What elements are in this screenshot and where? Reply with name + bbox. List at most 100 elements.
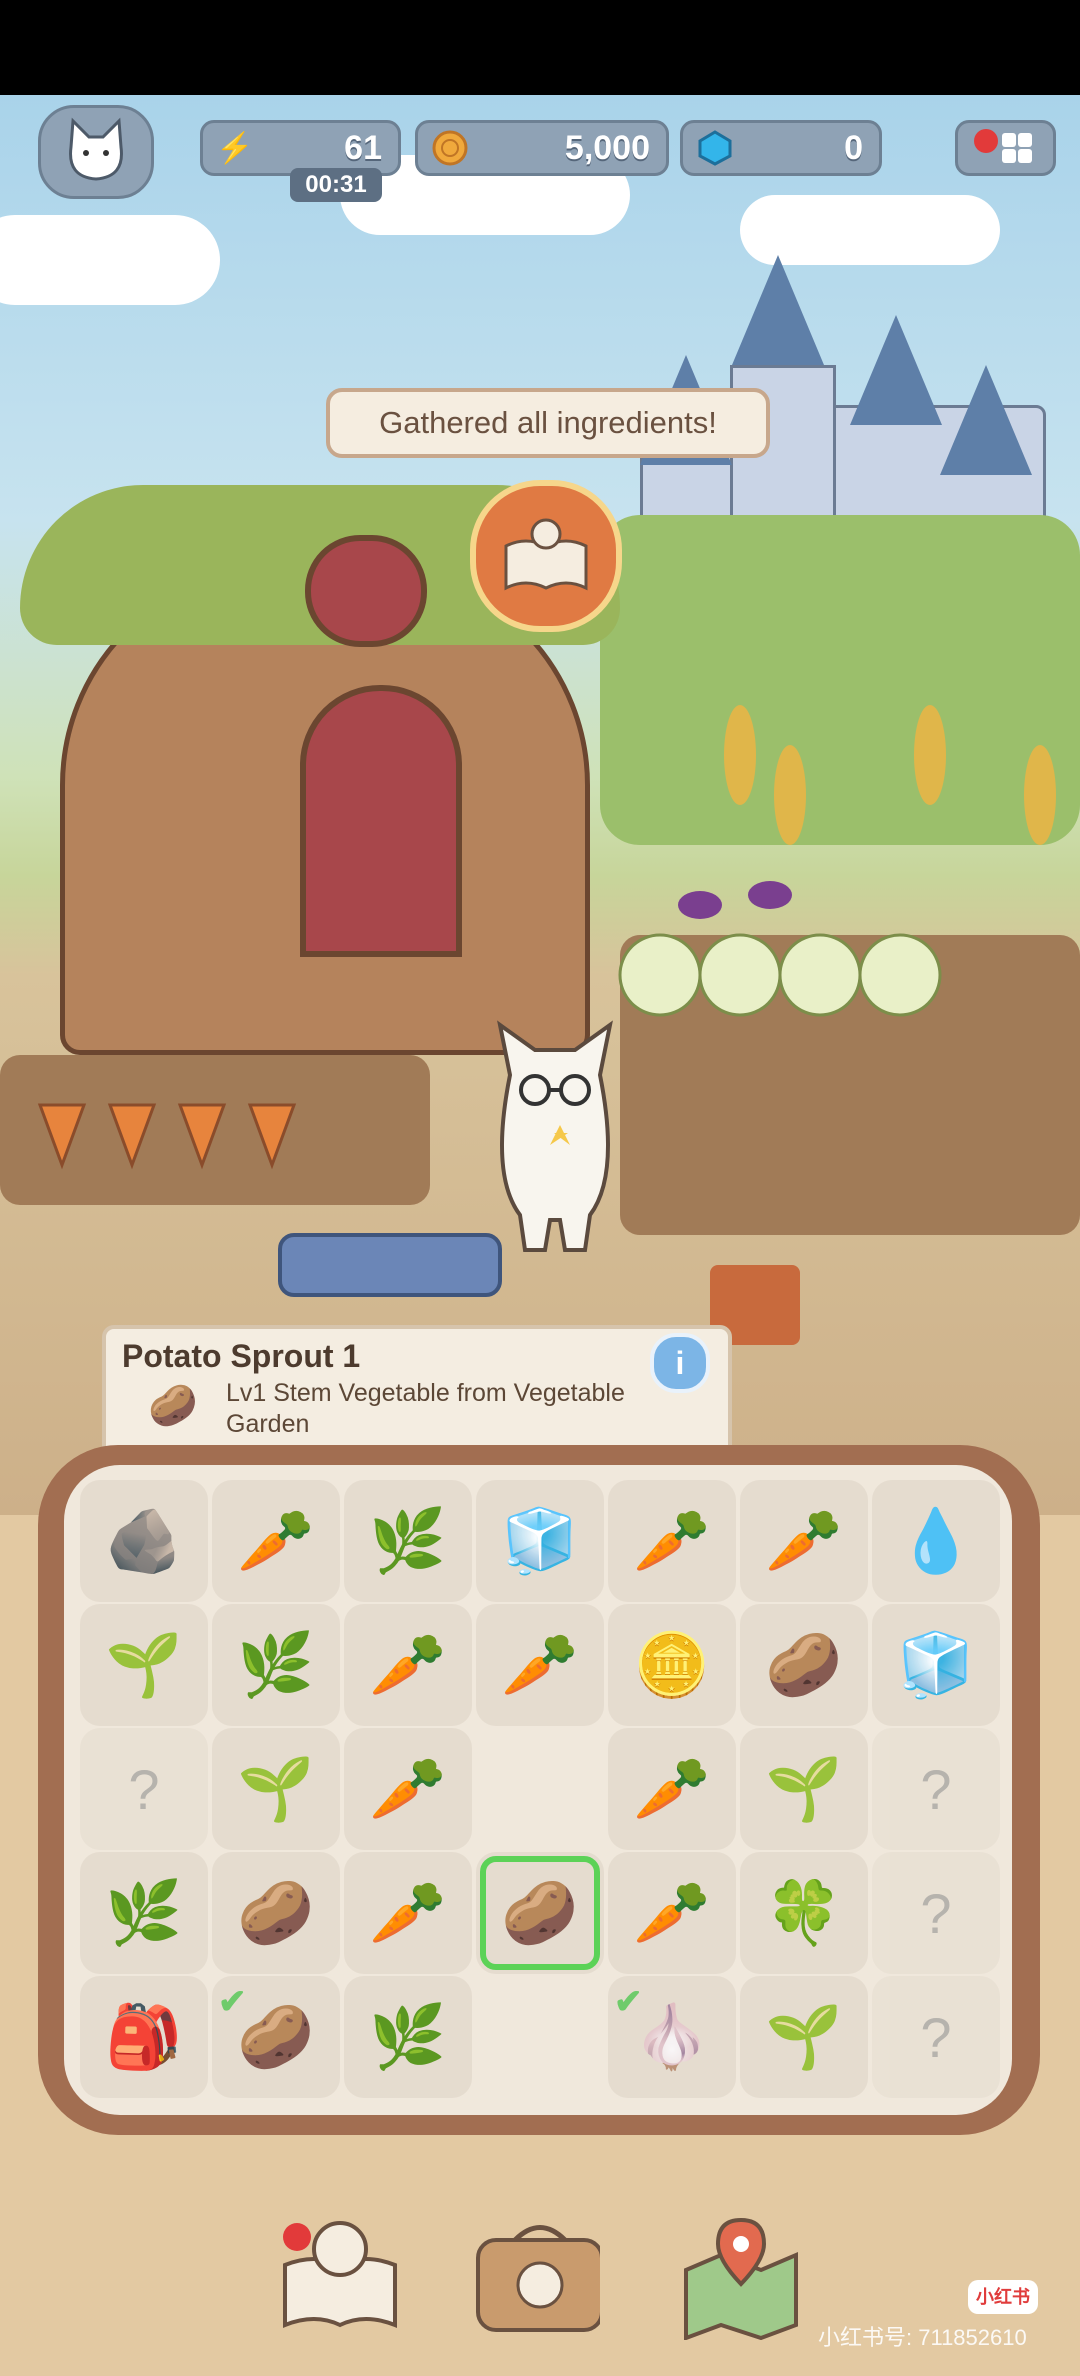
board-cell[interactable]: 🥕 xyxy=(344,1604,472,1726)
board-cell[interactable] xyxy=(476,1976,604,2098)
board-cell[interactable]: 🪨 xyxy=(80,1480,208,1602)
salt-block-icon: 🧊 xyxy=(501,1506,579,1576)
seedling-icon: 🌱 xyxy=(765,1754,843,1824)
potato-sprout-icon: 🥔 xyxy=(501,1878,579,1948)
board-cell[interactable]: 🥕 xyxy=(608,1728,736,1850)
board-cell[interactable]: 🥕 xyxy=(212,1480,340,1602)
bag-icon xyxy=(476,2225,600,2332)
board-cell[interactable]: 🌿 xyxy=(344,1480,472,1602)
energy-timer: 00:31 xyxy=(290,168,382,202)
carrot-sprout-icon: 🌿 xyxy=(237,1630,315,1700)
ingredients-banner: Gathered all ingredients! xyxy=(326,388,770,458)
cat-avatar-icon xyxy=(69,117,123,181)
checkmark-icon: ✔ xyxy=(218,1983,247,2021)
board-cell[interactable]: 🥕 xyxy=(344,1852,472,1974)
map-icon xyxy=(684,2217,798,2340)
empty-icon xyxy=(476,1728,604,1850)
carrot-icon: 🥕 xyxy=(501,1630,579,1700)
seedling-icon: 🌱 xyxy=(237,1754,315,1824)
potato-sprout-icon: 🥔 xyxy=(765,1630,843,1700)
gem-value: 0 xyxy=(844,128,863,167)
status-bar xyxy=(0,0,1080,95)
ore-icon: 🪨 xyxy=(105,1506,183,1576)
board-cell[interactable] xyxy=(476,1728,604,1850)
carrot-icon: 🥕 xyxy=(633,1878,711,1948)
carrot-icon: 🥕 xyxy=(633,1506,711,1576)
board-cell[interactable]: 🥕 xyxy=(608,1852,736,1974)
board-cell[interactable]: 🥔 xyxy=(740,1604,868,1726)
coin-icon: 🪙 xyxy=(633,1630,711,1700)
board-cell[interactable]: 🥕 xyxy=(476,1604,604,1726)
coin-counter[interactable]: 5,000 xyxy=(415,120,669,176)
recipe-badge[interactable] xyxy=(470,480,622,632)
player-avatar[interactable] xyxy=(38,105,154,199)
board-cell[interactable]: 🥔 xyxy=(476,1852,604,1974)
board-cell[interactable]: 🥕 xyxy=(608,1480,736,1602)
board-cell[interactable]: 🌿 xyxy=(212,1604,340,1726)
carrot-icon: 🥕 xyxy=(369,1630,447,1700)
sack-icon: 🎒 xyxy=(105,2002,183,2072)
merge-grid: 🪨 🥕 🌿 🧊 🥕 🥕 💧 🌱 🌿 🥕 🥕 🪙 🥔 🧊? 🌱 🥕 🥕 🌱? 🌿 🥔 🥕 🥔 🥕 🍀? 🎒 🥔 ✔ 🌿 🧄 ✔ 🌱? xyxy=(80,1480,1000,2100)
lightning-icon: ⚡ xyxy=(216,131,254,165)
board-cell[interactable]: 🌱 xyxy=(80,1604,208,1726)
leaf-plant-icon: 🌿 xyxy=(105,1878,183,1948)
board-cell[interactable]: 🍀 xyxy=(740,1852,868,1974)
dropper-icon: 💧 xyxy=(897,1506,975,1576)
item-name: Potato Sprout 1 xyxy=(122,1338,361,1374)
inventory-button[interactable] xyxy=(470,2210,600,2340)
carrot-icon: 🥕 xyxy=(369,1878,447,1948)
carrot-icon: 🥕 xyxy=(765,1506,843,1576)
carrot-icon: 🥕 xyxy=(237,1506,315,1576)
menu-button[interactable] xyxy=(955,120,1056,176)
board-cell[interactable]: 🌿 xyxy=(80,1852,208,1974)
locked-box-icon: ? xyxy=(920,2005,952,2069)
gem-counter[interactable]: 0 xyxy=(680,120,882,176)
board-cell[interactable]: ? xyxy=(872,1976,1000,2098)
board-cell[interactable]: 🌱 xyxy=(740,1728,868,1850)
board-cell[interactable]: 🪙 xyxy=(608,1604,736,1726)
board-cell[interactable]: 🥔 xyxy=(212,1852,340,1974)
recipe-book-icon xyxy=(283,2221,397,2328)
coin-icon xyxy=(430,128,470,168)
energy-value: 61 xyxy=(344,128,382,167)
salt-block-icon: 🧊 xyxy=(897,1630,975,1700)
board-cell[interactable]: ? xyxy=(80,1728,208,1850)
watermark-logo: 小红书 xyxy=(968,2280,1038,2314)
board-cell[interactable]: 🌿 xyxy=(344,1976,472,2098)
scene-decor xyxy=(37,705,1056,1345)
board-cell[interactable]: 🥕 xyxy=(344,1728,472,1850)
potato-plant-icon: 🥔 xyxy=(237,1878,315,1948)
board-cell[interactable]: 🥔 ✔ xyxy=(212,1976,340,2098)
carrot-sprout-icon: 🌿 xyxy=(369,1506,447,1576)
watermark-text: 小红书号: 711852610 xyxy=(818,2325,1027,2350)
board-cell[interactable]: 🥕 xyxy=(740,1480,868,1602)
menu-icon xyxy=(974,129,1032,163)
board-cell[interactable]: ? xyxy=(872,1728,1000,1850)
map-button[interactable] xyxy=(676,2210,806,2340)
carrot-icon: 🥕 xyxy=(633,1754,711,1824)
carrot-icon: 🥕 xyxy=(369,1754,447,1824)
carrot-sprout-icon: 🌿 xyxy=(369,2002,447,2072)
board-cell[interactable]: 🧊 xyxy=(872,1604,1000,1726)
diamond-icon xyxy=(695,128,735,168)
farm-scene xyxy=(0,95,1080,1515)
open-book-icon xyxy=(504,518,588,591)
recipe-book-button[interactable] xyxy=(275,2210,405,2340)
cat-character xyxy=(490,1015,620,1255)
info-button[interactable]: i xyxy=(650,1333,710,1393)
locked-box-icon: ? xyxy=(920,1881,952,1945)
board-cell[interactable]: ? xyxy=(872,1852,1000,1974)
board-cell[interactable]: 🧄 ✔ xyxy=(608,1976,736,2098)
locked-box-icon: ? xyxy=(128,1757,160,1821)
seedling-icon: 🌱 xyxy=(105,1630,183,1700)
empty-icon xyxy=(476,1976,604,2098)
sprout-icon: 🌱 xyxy=(765,2002,843,2072)
board-cell[interactable]: 🌱 xyxy=(212,1728,340,1850)
board-cell[interactable]: 🎒 xyxy=(80,1976,208,2098)
locked-bag-icon: ? xyxy=(920,1757,952,1821)
coin-value: 5,000 xyxy=(564,128,650,167)
clover-icon: 🍀 xyxy=(765,1878,843,1948)
board-cell[interactable]: 🌱 xyxy=(740,1976,868,2098)
board-cell[interactable]: 🧊 xyxy=(476,1480,604,1602)
board-cell[interactable]: 💧 xyxy=(872,1480,1000,1602)
